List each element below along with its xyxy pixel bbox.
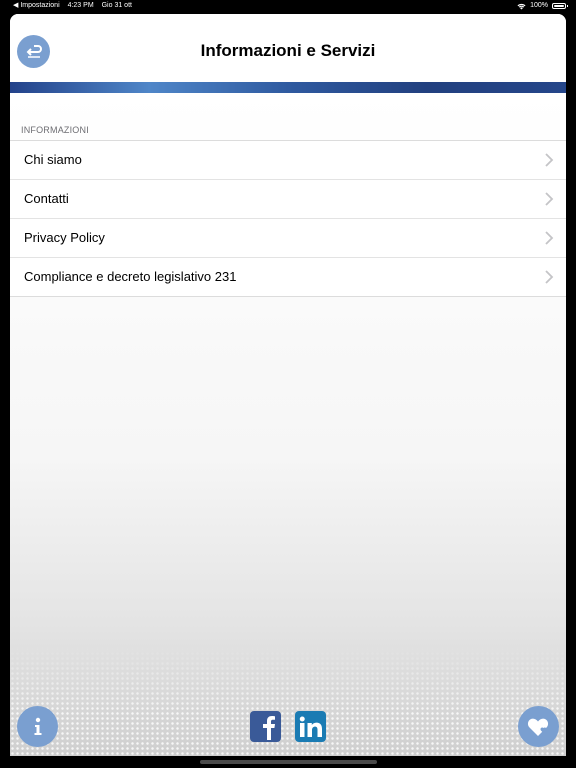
chevron-right-icon <box>545 270 554 284</box>
linkedin-icon <box>299 716 322 737</box>
status-bar: ◀ Impostazioni 4:23 PM Gio 31 ott 100% <box>0 0 576 12</box>
back-to-settings-link[interactable]: ◀ Impostazioni <box>13 2 60 9</box>
home-indicator[interactable] <box>200 760 377 764</box>
battery-icon <box>552 3 568 9</box>
list-item-compliance[interactable]: Compliance e decreto legislativo 231 <box>10 258 566 296</box>
list-item-privacy-policy[interactable]: Privacy Policy <box>10 219 566 258</box>
favorites-button[interactable] <box>518 706 559 747</box>
status-time: 4:23 PM <box>67 2 94 9</box>
wifi-icon <box>517 3 526 9</box>
status-date: Gio 31 ott <box>101 2 132 9</box>
list-item-label: Chi siamo <box>24 152 82 167</box>
page-title: Informazioni e Servizi <box>200 41 376 60</box>
facebook-icon <box>262 715 275 740</box>
header-band <box>10 82 566 93</box>
list-item-chi-siamo[interactable]: Chi siamo <box>10 141 566 180</box>
list-item-label: Compliance e decreto legislativo 231 <box>24 269 237 284</box>
wave-pattern <box>10 646 566 756</box>
status-left: ◀ Impostazioni 4:23 PM Gio 31 ott <box>13 0 138 12</box>
chevron-right-icon <box>545 192 554 206</box>
app-panel: Informazioni e Servizi INFORMAZIONI Chi … <box>10 14 566 756</box>
list-item-label: Privacy Policy <box>24 230 105 245</box>
section-header: INFORMAZIONI <box>21 125 89 135</box>
status-right: 100% <box>517 0 568 12</box>
list-item-contatti[interactable]: Contatti <box>10 180 566 219</box>
facebook-button[interactable] <box>250 711 281 742</box>
content-area: INFORMAZIONI Chi siamo Contatti Privacy … <box>10 93 566 756</box>
linkedin-button[interactable] <box>295 711 326 742</box>
chevron-right-icon <box>545 153 554 167</box>
list-item-label: Contatti <box>24 191 69 206</box>
chevron-right-icon <box>545 231 554 245</box>
info-icon <box>34 717 41 735</box>
navigation-bar: Informazioni e Servizi <box>10 14 566 82</box>
battery-percent: 100% <box>530 2 548 9</box>
menu-list: Chi siamo Contatti Privacy Policy Compli… <box>10 140 566 297</box>
heart-icon <box>527 718 548 736</box>
info-button[interactable] <box>17 706 58 747</box>
